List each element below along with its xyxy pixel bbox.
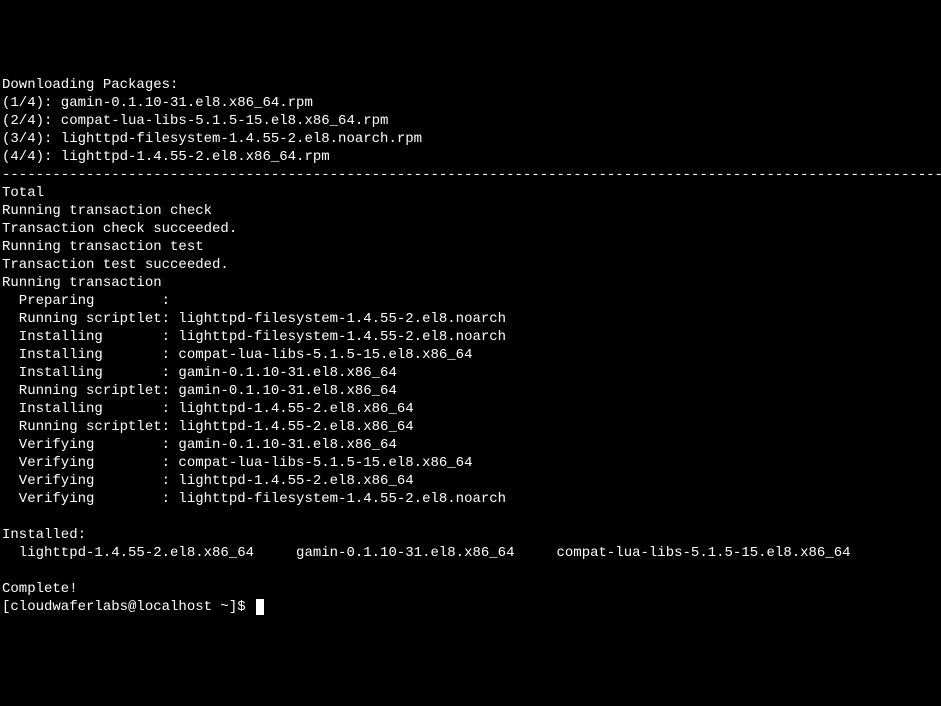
cursor-icon[interactable] <box>256 599 264 615</box>
output-line: Verifying : gamin-0.1.10-31.el8.x86_64 <box>2 437 397 453</box>
output-line: Running transaction check <box>2 203 212 219</box>
output-line: Transaction check succeeded. <box>2 221 237 237</box>
output-line: Total <box>2 185 44 201</box>
output-line: (1/4): gamin-0.1.10-31.el8.x86_64.rpm <box>2 95 313 111</box>
output-line: Installing : gamin-0.1.10-31.el8.x86_64 <box>2 365 397 381</box>
output-line: Running transaction <box>2 275 162 291</box>
output-line: Installing : lighttpd-1.4.55-2.el8.x86_6… <box>2 401 414 417</box>
output-line: Verifying : compat-lua-libs-5.1.5-15.el8… <box>2 455 472 471</box>
output-line: lighttpd-1.4.55-2.el8.x86_64 gamin-0.1.1… <box>2 545 851 561</box>
output-line: ----------------------------------------… <box>2 167 941 183</box>
output-line: (3/4): lighttpd-filesystem-1.4.55-2.el8.… <box>2 131 422 147</box>
output-line: Downloading Packages: <box>2 77 178 93</box>
output-line: Verifying : lighttpd-filesystem-1.4.55-2… <box>2 491 506 507</box>
output-line: Running scriptlet: lighttpd-1.4.55-2.el8… <box>2 419 414 435</box>
output-line: Preparing : <box>2 293 170 309</box>
output-line: Installing : compat-lua-libs-5.1.5-15.el… <box>2 347 472 363</box>
output-line: Running transaction test <box>2 239 204 255</box>
output-line: Verifying : lighttpd-1.4.55-2.el8.x86_64 <box>2 473 414 489</box>
output-line: (4/4): lighttpd-1.4.55-2.el8.x86_64.rpm <box>2 149 330 165</box>
output-line: Running scriptlet: lighttpd-filesystem-1… <box>2 311 506 327</box>
output-line: Installed: <box>2 527 86 543</box>
output-line: (2/4): compat-lua-libs-5.1.5-15.el8.x86_… <box>2 113 388 129</box>
output-line: Complete! <box>2 581 78 597</box>
shell-prompt: [cloudwaferlabs@localhost ~]$ <box>2 599 254 615</box>
terminal-output: Downloading Packages: (1/4): gamin-0.1.1… <box>2 76 939 616</box>
output-line: Transaction test succeeded. <box>2 257 229 273</box>
output-line: Running scriptlet: gamin-0.1.10-31.el8.x… <box>2 383 397 399</box>
output-line: Installing : lighttpd-filesystem-1.4.55-… <box>2 329 506 345</box>
